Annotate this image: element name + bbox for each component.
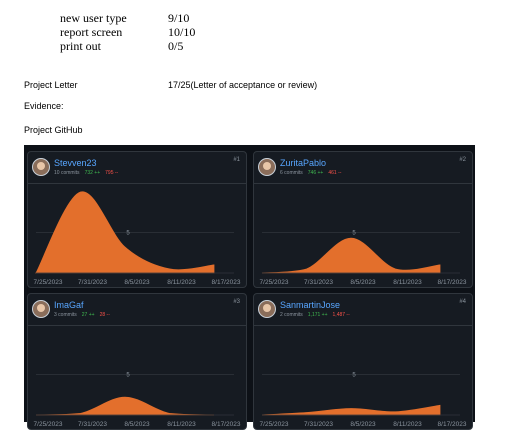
x-tick-label: 8/17/2023 (212, 421, 241, 428)
contributor-rank: #2 (459, 157, 466, 163)
score-label: new user type (60, 11, 127, 25)
score-label: report screen (60, 25, 123, 39)
project-letter-label: Project Letter (24, 80, 78, 90)
additions-count: 1,171 ++ (307, 312, 328, 318)
additions-count: 746 ++ (307, 170, 324, 176)
x-tick-label: 8/11/2023 (167, 279, 196, 286)
x-tick-label: 8/17/2023 (212, 279, 241, 286)
x-tick-label: 7/31/2023 (78, 279, 107, 286)
x-tick-label: 7/31/2023 (304, 421, 333, 428)
x-tick-label: 7/25/2023 (260, 421, 289, 428)
contributor-rank: #1 (233, 157, 240, 163)
contribution-chart: 5 7/25/2023 7/31/2023 8/5/2023 8/11/2023 8/17… (34, 373, 241, 429)
project-github-label: Project GitHub (24, 125, 83, 135)
contributor-card-header: ImaGaf 3 commits 27 ++ 28 -- #3 (28, 294, 246, 326)
x-tick-label: 8/11/2023 (393, 279, 422, 286)
contributor-card: SanmartinJose 2 commits 1,171 ++ 1,487 -- … (253, 293, 473, 430)
x-tick-label: 8/5/2023 (350, 279, 376, 286)
project-letter-value: 17/25(Letter of acceptance or review) (168, 80, 318, 90)
contributor-stats: 10 commits 732 ++ 795 -- (54, 170, 118, 176)
score-label: print out (60, 39, 101, 53)
contributor-card-header: ZuritaPablo 6 commits 746 ++ 461 -- #2 (254, 152, 472, 184)
avatar[interactable] (258, 158, 276, 176)
contributor-username[interactable]: SanmartinJose (280, 300, 340, 310)
contributor-card: ImaGaf 3 commits 27 ++ 28 -- #3 5 7/25/2023… (27, 293, 247, 430)
deletions-count: 1,487 -- (332, 312, 350, 318)
github-contributors-panel: Stevven23 10 commits 732 ++ 795 -- #1 5 7/2… (24, 145, 475, 430)
contributor-username[interactable]: ZuritaPablo (280, 158, 326, 168)
avatar[interactable] (32, 300, 50, 318)
score-value: 9/10 (168, 11, 190, 25)
x-tick-label: 8/5/2023 (124, 279, 150, 286)
contribution-chart: 5 7/25/2023 7/31/2023 8/5/2023 8/11/2023 8/17… (260, 231, 467, 287)
contributor-stats: 6 commits 746 ++ 461 -- (280, 170, 341, 176)
score-table: new user type 9/10 report screen 10/10 p… (60, 11, 260, 53)
score-row-new-user-type: new user type 9/10 (60, 11, 260, 25)
contributor-card-header: SanmartinJose 2 commits 1,171 ++ 1,487 -- … (254, 294, 472, 326)
x-tick-label: 7/25/2023 (34, 279, 63, 286)
contribution-area (261, 404, 441, 416)
x-tick-label: 8/11/2023 (167, 421, 196, 428)
contributor-stats: 3 commits 27 ++ 28 -- (54, 312, 110, 318)
avatar[interactable] (32, 158, 50, 176)
y-tick-label: 5 (126, 231, 130, 237)
contributor-card: Stevven23 10 commits 732 ++ 795 -- #1 5 7/2… (27, 151, 247, 288)
project-letter-line: Project Letter 17/25(Letter of acceptanc… (24, 80, 317, 90)
y-tick-label: 5 (126, 373, 130, 379)
deletions-count: 795 -- (105, 170, 119, 176)
commit-count[interactable]: 2 commits (280, 312, 303, 318)
y-tick-label: 5 (352, 231, 356, 237)
contributor-username[interactable]: ImaGaf (54, 300, 84, 310)
x-tick-label: 7/25/2023 (260, 279, 289, 286)
contributor-stats: 2 commits 1,171 ++ 1,487 -- (280, 312, 350, 318)
commit-count[interactable]: 10 commits (54, 170, 80, 176)
x-tick-label: 8/17/2023 (438, 421, 467, 428)
avatar[interactable] (258, 300, 276, 318)
x-tick-label: 7/31/2023 (78, 421, 107, 428)
x-tick-label: 8/17/2023 (438, 279, 467, 286)
x-tick-label: 7/25/2023 (34, 421, 63, 428)
x-tick-label: 8/5/2023 (350, 421, 376, 428)
commit-count[interactable]: 6 commits (280, 170, 303, 176)
contributor-rank: #3 (233, 299, 240, 305)
evidence-label: Evidence: (24, 101, 64, 111)
additions-count: 27 ++ (81, 312, 95, 318)
contributor-username[interactable]: Stevven23 (54, 158, 97, 168)
contribution-chart: 5 7/25/2023 7/31/2023 8/5/2023 8/11/2023 8/17… (34, 191, 241, 286)
contribution-area (261, 237, 441, 274)
contributor-rank: #4 (459, 299, 466, 305)
deletions-count: 461 -- (328, 170, 342, 176)
x-tick-label: 7/31/2023 (304, 279, 333, 286)
contribution-chart: 5 7/25/2023 7/31/2023 8/5/2023 8/11/2023 8/17… (260, 373, 467, 429)
contributor-card: ZuritaPablo 6 commits 746 ++ 461 -- #2 5 7/… (253, 151, 473, 288)
x-tick-label: 8/11/2023 (393, 421, 422, 428)
additions-count: 732 ++ (84, 170, 101, 176)
y-tick-label: 5 (352, 373, 356, 379)
commit-count[interactable]: 3 commits (54, 312, 77, 318)
contribution-area (35, 396, 215, 416)
score-value: 10/10 (168, 25, 196, 39)
x-tick-label: 8/5/2023 (124, 421, 150, 428)
contributor-card-header: Stevven23 10 commits 732 ++ 795 -- #1 (28, 152, 246, 184)
score-row-print-out: print out 0/5 (60, 39, 260, 53)
score-row-report-screen: report screen 10/10 (60, 25, 260, 39)
score-value: 0/5 (168, 39, 184, 53)
deletions-count: 28 -- (99, 312, 110, 318)
